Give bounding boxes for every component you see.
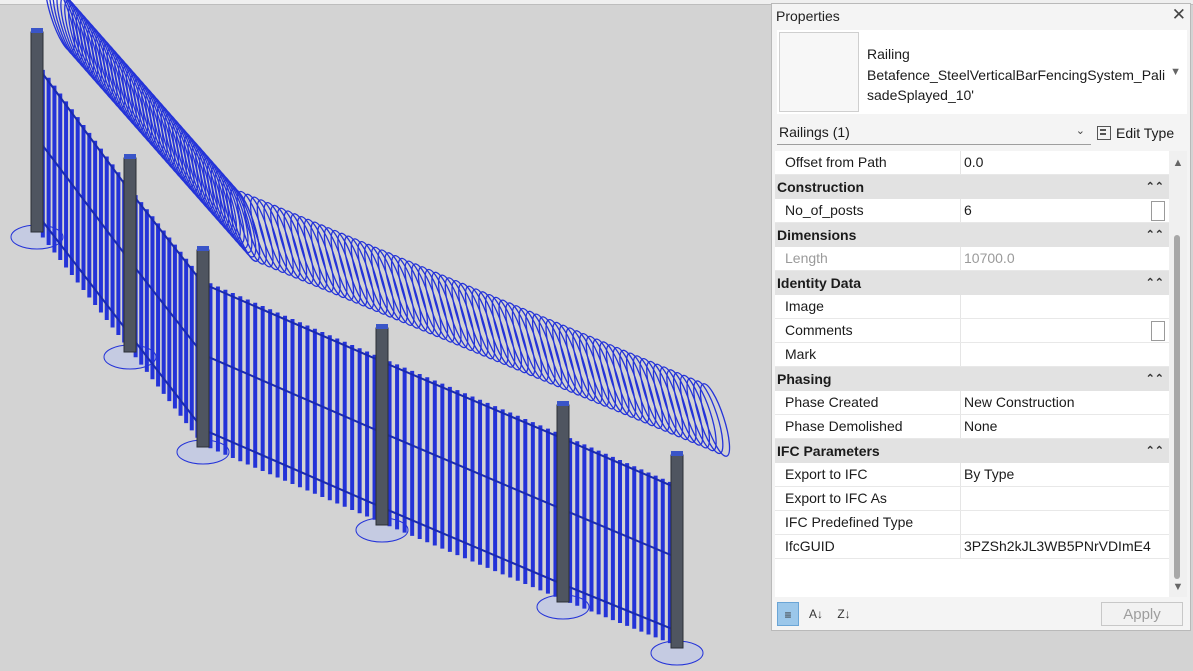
property-label: IFC Predefined Type [775, 511, 961, 534]
property-value[interactable]: By Type [961, 463, 1169, 486]
scroll-down-icon[interactable]: ▼ [1171, 579, 1185, 595]
property-label: IfcGUID [775, 535, 961, 558]
property-label: Phase Created [775, 391, 961, 414]
property-row[interactable]: Mark [775, 343, 1169, 367]
fence-post [670, 454, 684, 649]
property-label: Comments [775, 319, 961, 342]
type-family: Railing [867, 46, 910, 62]
collapse-icon[interactable]: ⌃⌃ [1146, 439, 1164, 463]
fence-post [375, 327, 389, 526]
post-cap [197, 246, 209, 251]
edit-type-button[interactable]: Edit Type [1097, 122, 1174, 144]
properties-grid: Offset from Path 0.0 Construction ⌃⌃ No_of_p… [775, 151, 1169, 597]
chevron-down-icon[interactable]: ▼ [1170, 66, 1181, 78]
property-value[interactable]: 6 [961, 199, 1169, 222]
sort-categorized-icon[interactable]: ≡ [777, 602, 799, 626]
property-row[interactable]: Offset from Path 0.0 [775, 151, 1169, 175]
group-header[interactable]: Construction ⌃⌃ [775, 175, 1169, 199]
fence-post [30, 31, 44, 233]
property-label: Phase Demolished [775, 415, 961, 438]
post-cap [124, 154, 136, 159]
property-row[interactable]: Phase Created New Construction [775, 391, 1169, 415]
fence-post [123, 157, 137, 353]
property-row[interactable]: IfcGUID 3PZSh2kJL3WB5PNrVDImE4 [775, 535, 1169, 559]
scrollbar-thumb[interactable] [1174, 235, 1180, 579]
chevron-down-icon[interactable]: ⌄ [1076, 124, 1085, 137]
property-label: Export to IFC [775, 463, 961, 486]
collapse-icon[interactable]: ⌃⌃ [1146, 367, 1164, 391]
properties-titlebar[interactable]: Properties ✕ [772, 4, 1190, 28]
sort-ascending-icon[interactable]: A↓ [805, 602, 827, 626]
group-label: IFC Parameters [777, 443, 880, 459]
property-value[interactable]: 3PZSh2kJL3WB5PNrVDImE4 [961, 535, 1169, 558]
property-value[interactable] [961, 487, 1169, 510]
property-label: Length [775, 247, 961, 270]
property-label: No_of_posts [775, 199, 961, 222]
property-row[interactable]: Export to IFC By Type [775, 463, 1169, 487]
property-label: Offset from Path [775, 151, 961, 174]
group-label: Phasing [777, 371, 832, 387]
group-label: Dimensions [777, 227, 857, 243]
property-row[interactable]: No_of_posts 6 [775, 199, 1169, 223]
property-value[interactable]: 0.0 [961, 151, 1169, 174]
group-header[interactable]: Identity Data ⌃⌃ [775, 271, 1169, 295]
property-value[interactable] [961, 511, 1169, 534]
edit-type-label: Edit Type [1116, 125, 1175, 141]
property-row[interactable]: Comments [775, 319, 1169, 343]
razor-wire-coil [44, 0, 76, 52]
fence-model-view[interactable] [0, 0, 770, 671]
property-row[interactable]: Length 10700.0 [775, 247, 1169, 271]
property-row[interactable]: IFC Predefined Type [775, 511, 1169, 535]
property-row[interactable]: Phase Demolished None [775, 415, 1169, 439]
group-header[interactable]: IFC Parameters ⌃⌃ [775, 439, 1169, 463]
collapse-icon[interactable]: ⌃⌃ [1146, 271, 1164, 295]
property-value[interactable]: New Construction [961, 391, 1169, 414]
property-label: Mark [775, 343, 961, 366]
group-header[interactable]: Phasing ⌃⌃ [775, 367, 1169, 391]
type-selector[interactable]: Railing Betafence_SteelVerticalBarFencin… [777, 30, 1187, 114]
property-value[interactable] [961, 343, 1169, 366]
property-value: 10700.0 [964, 250, 1015, 266]
properties-title: Properties [776, 8, 840, 24]
close-icon[interactable]: ✕ [1172, 5, 1186, 25]
property-value[interactable] [961, 319, 1169, 342]
filter-label: Railings (1) [779, 124, 850, 140]
property-label: Export to IFC As [775, 487, 961, 510]
collapse-icon[interactable]: ⌃⌃ [1146, 223, 1164, 247]
row-checkbox[interactable] [1151, 321, 1165, 341]
properties-palette: Properties ✕ Railing Betafence_SteelVert… [771, 3, 1191, 631]
edit-type-icon [1097, 126, 1111, 140]
post-cap [671, 451, 683, 456]
group-label: Construction [777, 179, 865, 195]
fence-post [196, 249, 210, 448]
apply-button[interactable]: Apply [1101, 602, 1183, 626]
property-row[interactable]: Image [775, 295, 1169, 319]
type-preview-image [779, 32, 859, 112]
property-row[interactable]: Export to IFC As [775, 487, 1169, 511]
type-name: Betafence_SteelVerticalBarFencingSystem_… [867, 67, 1166, 103]
property-value[interactable] [961, 295, 1169, 318]
fence-post [556, 404, 570, 603]
row-checkbox[interactable] [1151, 201, 1165, 221]
element-filter-dropdown[interactable]: Railings (1) ⌄ [777, 120, 1091, 145]
post-cap [31, 28, 43, 33]
post-cap [376, 324, 388, 329]
properties-scrollbar[interactable]: ▲ ▼ [1169, 151, 1187, 597]
sort-descending-icon[interactable]: Z↓ [833, 602, 855, 626]
property-label: Image [775, 295, 961, 318]
group-label: Identity Data [777, 275, 862, 291]
group-header[interactable]: Dimensions ⌃⌃ [775, 223, 1169, 247]
post-cap [557, 401, 569, 406]
collapse-icon[interactable]: ⌃⌃ [1146, 175, 1164, 199]
property-value[interactable]: None [961, 415, 1169, 438]
scroll-up-icon[interactable]: ▲ [1171, 155, 1185, 171]
